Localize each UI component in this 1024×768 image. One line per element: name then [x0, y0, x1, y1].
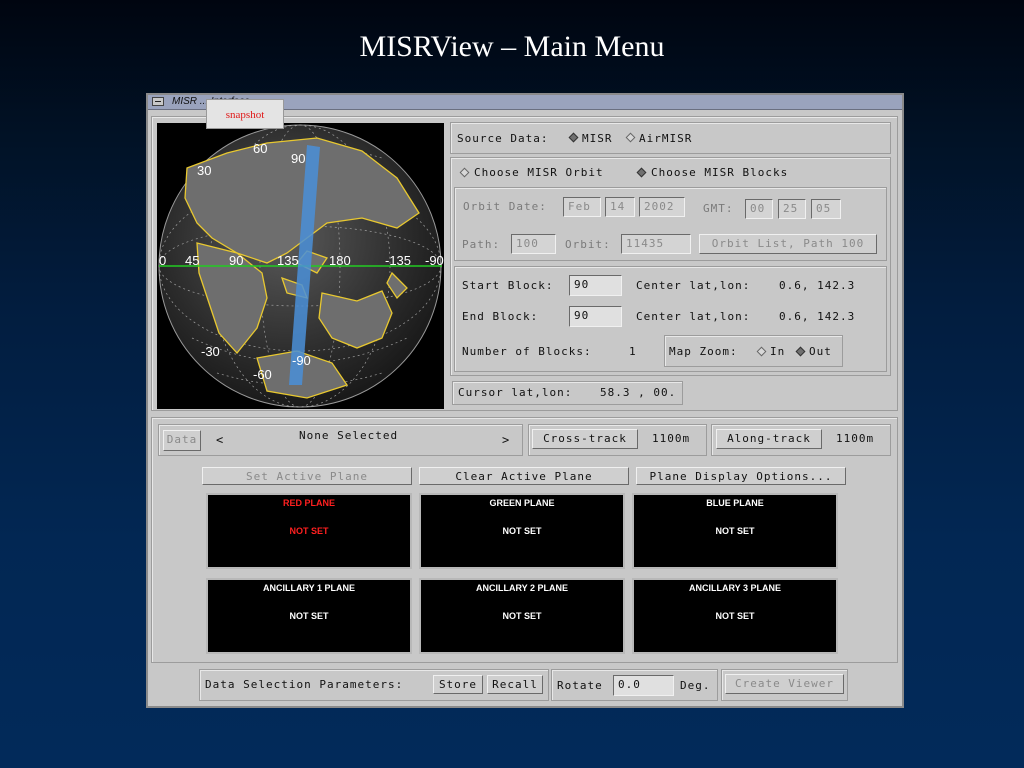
plane-status: NOT SET [502, 611, 542, 621]
cross-track-value: 1100m [652, 432, 691, 445]
plane-status: NOT SET [502, 526, 542, 536]
rotate-field[interactable]: 0.0 [613, 675, 674, 696]
start-center-value: 0.6, 142.3 [779, 279, 856, 292]
data-button[interactable]: Data [163, 430, 201, 451]
block-count-value: 1 [629, 345, 637, 358]
ancillary-2-plane[interactable]: ANCILLARY 2 PLANE NOT SET [419, 578, 625, 654]
block-count-label: Number of Blocks: [462, 345, 592, 358]
end-center-label: Center lat,lon: [636, 310, 751, 323]
lon-label: 135 [277, 253, 299, 268]
cross-track-button[interactable]: Cross-track [532, 429, 638, 449]
rotate-label: Rotate [557, 679, 603, 692]
orbit-month-field[interactable]: Feb [563, 197, 601, 217]
orbit-day-field[interactable]: 14 [605, 197, 635, 217]
lon-label: 0 [159, 253, 166, 268]
plane-title: ANCILLARY 3 PLANE [688, 583, 781, 593]
clear-active-plane-button[interactable]: Clear Active Plane [419, 467, 629, 485]
plane-title: GREEN PLANE [489, 498, 555, 508]
ancillary-3-plane[interactable]: ANCILLARY 3 PLANE NOT SET [632, 578, 838, 654]
lon-label: 90 [229, 253, 243, 268]
gmt-label: GMT: [703, 202, 734, 215]
source-data-label: Source Data: [457, 132, 549, 145]
lat-label: 90 [291, 151, 305, 166]
plane-status: NOT SET [715, 611, 755, 621]
green-plane[interactable]: GREEN PLANE NOT SET [419, 493, 625, 569]
lat-label: -30 [201, 344, 220, 359]
plane-title: ANCILLARY 1 PLANE [262, 583, 355, 593]
red-plane[interactable]: RED PLANE NOT SET [206, 493, 412, 569]
path-label: Path: [462, 238, 501, 251]
globe-svg: 60 30 90 -30 -60 -90 0 45 90 135 180 -13… [158, 124, 444, 408]
data-selection-value: None Selected [299, 429, 399, 442]
ancillary-1-plane[interactable]: ANCILLARY 1 PLANE NOT SET [206, 578, 412, 654]
prev-arrow-icon[interactable]: < [216, 433, 224, 447]
window-menu-icon[interactable] [152, 97, 164, 106]
choose-blocks-option[interactable]: Choose MISR Blocks [651, 166, 788, 180]
start-center-label: Center lat,lon: [636, 279, 751, 292]
plane-status: NOT SET [715, 526, 755, 536]
cursor-value: 58.3 , 00. [600, 386, 677, 399]
airmisr-option[interactable]: AirMISR [639, 132, 692, 146]
next-arrow-icon[interactable]: > [502, 433, 510, 447]
plane-status: NOT SET [289, 526, 329, 536]
along-track-value: 1100m [836, 432, 875, 445]
orbit-number-label: Orbit: [565, 238, 611, 251]
store-button[interactable]: Store [433, 675, 483, 694]
globe-map[interactable]: 60 30 90 -30 -60 -90 0 45 90 135 180 -13… [157, 123, 444, 409]
choose-orbit-option[interactable]: Choose MISR Orbit [474, 166, 604, 180]
plane-title: ANCILLARY 2 PLANE [475, 583, 568, 593]
start-block-field[interactable]: 90 [569, 275, 622, 296]
params-label: Data Selection Parameters: [205, 678, 404, 691]
path-field[interactable]: 100 [511, 234, 556, 254]
end-block-label: End Block: [462, 310, 539, 323]
orbit-number-field[interactable]: 11435 [621, 234, 691, 254]
lat-label: 30 [197, 163, 211, 178]
zoom-in-option[interactable]: In [770, 345, 785, 359]
deg-label: Deg. [680, 679, 711, 692]
lon-label: -90 [425, 253, 444, 268]
plane-title: BLUE PLANE [706, 498, 764, 508]
lon-label: 180 [329, 253, 351, 268]
plane-display-options-button[interactable]: Plane Display Options... [636, 467, 846, 485]
lon-label: -135 [385, 253, 411, 268]
orbit-year-field[interactable]: 2002 [639, 197, 685, 217]
gmt-second-field[interactable]: 05 [811, 199, 841, 219]
plane-title: RED PLANE [282, 498, 335, 508]
lon-label: 45 [185, 253, 199, 268]
snapshot-button[interactable]: snapshot [206, 99, 284, 129]
end-block-field[interactable]: 90 [569, 306, 622, 327]
blue-plane[interactable]: BLUE PLANE NOT SET [632, 493, 838, 569]
orbit-list-button[interactable]: Orbit List, Path 100 [699, 234, 877, 254]
lat-label: -60 [253, 367, 272, 382]
recall-button[interactable]: Recall [487, 675, 543, 694]
create-viewer-button[interactable]: Create Viewer [725, 674, 844, 694]
plane-status: NOT SET [289, 611, 329, 621]
misr-option[interactable]: MISR [582, 132, 613, 146]
slide-title: MISRView – Main Menu [359, 30, 665, 63]
cursor-label: Cursor lat,lon: [458, 386, 573, 399]
lat-label: -90 [292, 353, 311, 368]
gmt-minute-field[interactable]: 25 [778, 199, 806, 219]
lat-label: 60 [253, 141, 267, 156]
orbit-date-label: Orbit Date: [463, 200, 547, 213]
set-active-plane-button[interactable]: Set Active Plane [202, 467, 412, 485]
map-zoom-label: Map Zoom: [669, 345, 738, 358]
zoom-out-option[interactable]: Out [809, 345, 832, 359]
gmt-hour-field[interactable]: 00 [745, 199, 773, 219]
start-block-label: Start Block: [462, 279, 554, 292]
along-track-button[interactable]: Along-track [716, 429, 822, 449]
end-center-value: 0.6, 142.3 [779, 310, 856, 323]
